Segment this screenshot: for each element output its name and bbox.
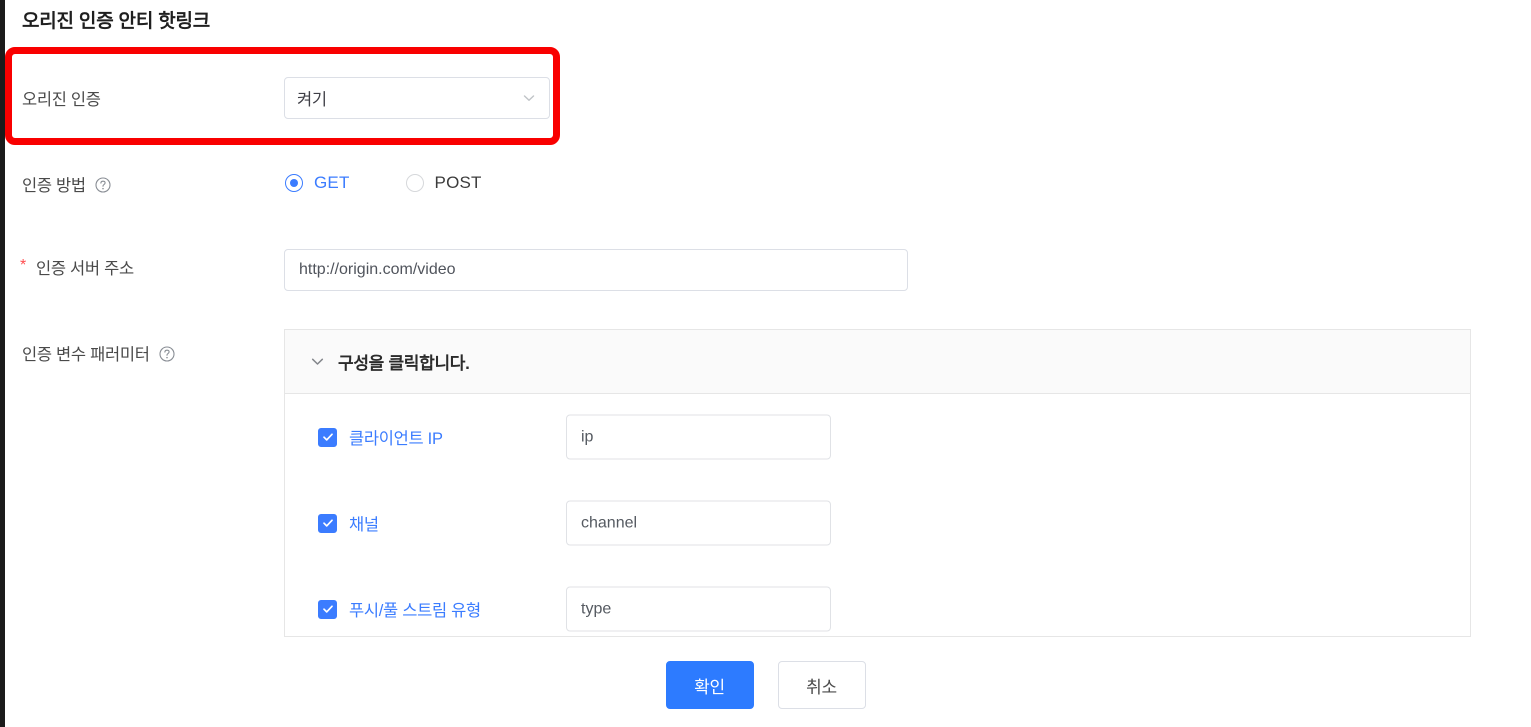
auth-params-panel-title: 구성을 클릭합니다. bbox=[338, 354, 470, 373]
window-left-edge bbox=[0, 0, 5, 727]
confirm-button[interactable]: 확인 bbox=[665, 661, 754, 709]
param-row: 클라이언트 IP bbox=[285, 394, 1470, 480]
checkbox-checked-icon bbox=[318, 427, 337, 447]
chevron-down-icon bbox=[521, 90, 537, 106]
auth-params-panel-body: 클라이언트 IP 채널 푸시/풀 스트림 유형 bbox=[285, 394, 1470, 636]
chevron-down-icon bbox=[309, 353, 326, 370]
param-label: 클라이언트 IP bbox=[349, 430, 443, 448]
page-title: 오리진 인증 안티 핫링크 bbox=[22, 11, 211, 32]
param-value-input-client-ip[interactable] bbox=[566, 414, 831, 460]
origin-auth-select-value: 켜기 bbox=[297, 91, 327, 109]
checkbox-checked-icon bbox=[318, 513, 337, 533]
auth-server-input[interactable] bbox=[284, 249, 908, 291]
radio-label-post: POST bbox=[434, 173, 482, 192]
label-auth-params: 인증 변수 패러미터 bbox=[22, 341, 175, 365]
label-auth-method-text: 인증 방법 bbox=[22, 177, 86, 195]
radio-option-get[interactable]: GET bbox=[285, 173, 350, 193]
radio-dot-get-icon bbox=[285, 174, 303, 192]
origin-auth-select[interactable]: 켜기 bbox=[284, 77, 550, 119]
label-auth-params-text: 인증 변수 패러미터 bbox=[22, 346, 150, 364]
radio-dot-post-icon bbox=[405, 174, 424, 192]
param-value-input-channel[interactable] bbox=[566, 500, 831, 546]
required-asterisk: * bbox=[20, 257, 27, 274]
param-checkbox-stream-type[interactable]: 푸시/풀 스트림 유형 bbox=[318, 597, 481, 621]
help-circle-icon[interactable] bbox=[95, 177, 111, 193]
cancel-button[interactable]: 취소 bbox=[777, 661, 866, 709]
param-row: 푸시/풀 스트림 유형 bbox=[285, 566, 1470, 636]
radio-label-get: GET bbox=[314, 173, 350, 192]
auth-method-radio-group[interactable]: GET POST bbox=[285, 173, 538, 193]
label-auth-server: 인증 서버 주소 bbox=[36, 260, 134, 278]
checkbox-checked-icon bbox=[318, 599, 337, 619]
label-auth-method: 인증 방법 bbox=[22, 172, 111, 196]
param-row: 채널 bbox=[285, 480, 1470, 566]
label-origin-auth: 오리진 인증 bbox=[22, 91, 101, 109]
param-label: 푸시/풀 스트림 유형 bbox=[349, 602, 481, 620]
param-value-input-stream-type[interactable] bbox=[566, 586, 831, 632]
auth-params-panel-header[interactable]: 구성을 클릭합니다. bbox=[285, 330, 1470, 394]
radio-option-post[interactable]: POST bbox=[405, 173, 482, 193]
param-label: 채널 bbox=[349, 516, 379, 534]
dialog-footer: 확인 취소 bbox=[0, 652, 1531, 727]
param-checkbox-channel[interactable]: 채널 bbox=[318, 511, 379, 535]
param-checkbox-client-ip[interactable]: 클라이언트 IP bbox=[318, 425, 443, 449]
auth-params-collapse-panel: 구성을 클릭합니다. 클라이언트 IP 채널 bbox=[284, 329, 1471, 637]
help-circle-icon[interactable] bbox=[159, 346, 175, 362]
